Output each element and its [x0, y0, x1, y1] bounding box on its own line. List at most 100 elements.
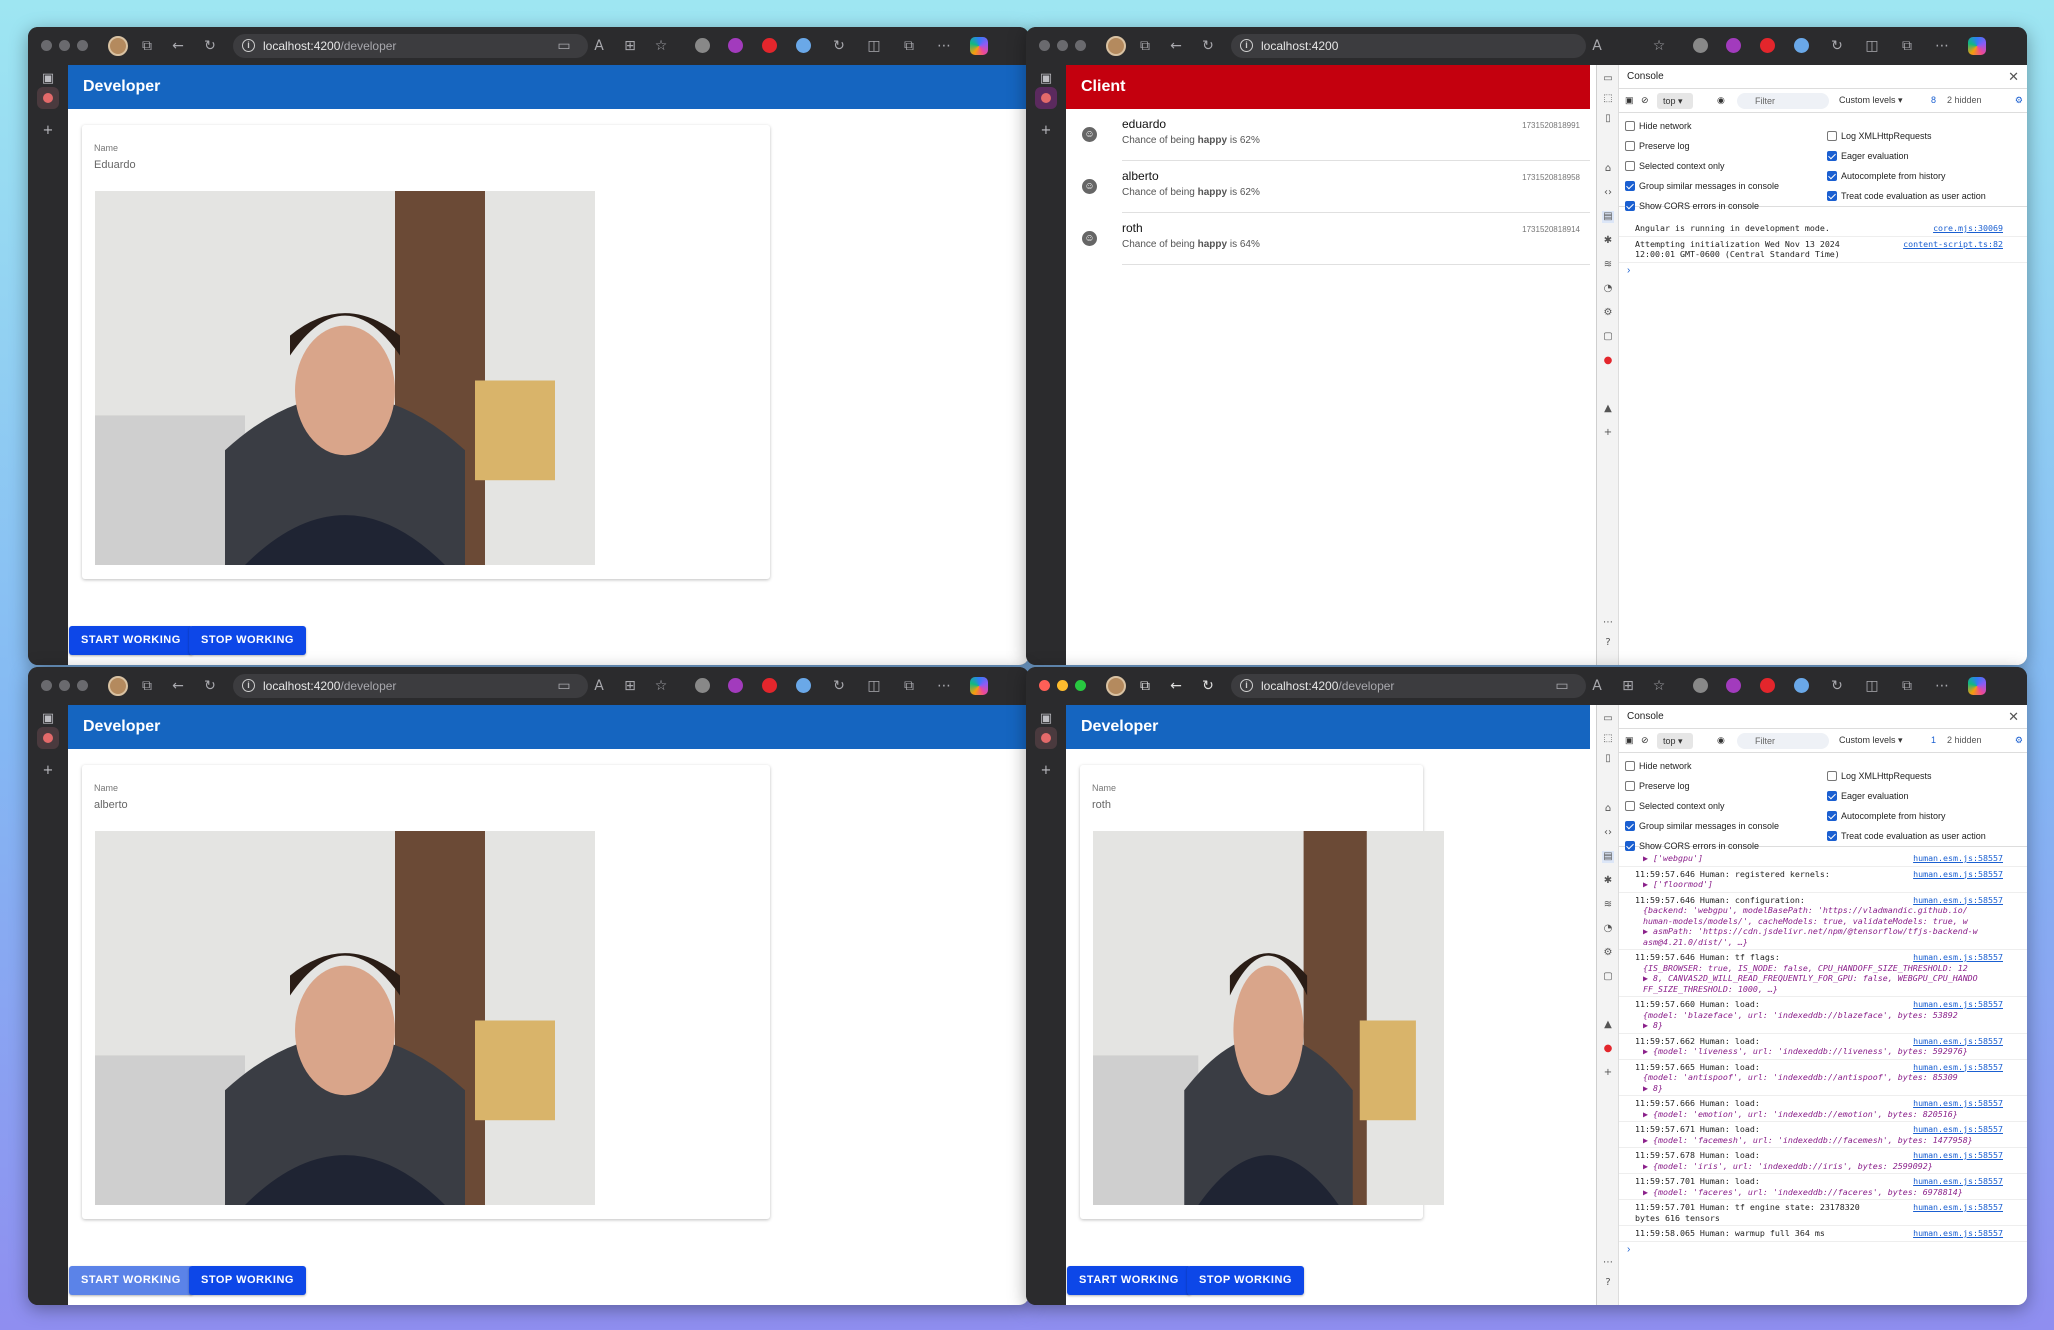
window-controls[interactable]	[1039, 40, 1086, 51]
camera-icon[interactable]: ▭	[1553, 677, 1571, 695]
checkbox[interactable]	[1827, 191, 1837, 201]
active-tab-icon[interactable]	[1035, 87, 1057, 109]
extension-icon[interactable]	[762, 678, 777, 693]
log-source-link[interactable]: human.esm.js:58557	[1913, 1176, 2003, 1187]
more-menu-icon[interactable]: ⋯	[935, 37, 953, 55]
extension-icon[interactable]	[1794, 678, 1809, 693]
message-count-badge[interactable]: 1	[1931, 735, 1936, 745]
option-selected-context[interactable]: Selected context only	[1625, 801, 1725, 811]
option-preserve-log[interactable]: Preserve log	[1625, 781, 1690, 791]
sources-icon[interactable]: ✱	[1602, 235, 1614, 247]
extension-devtools-icon[interactable]: ●	[1602, 355, 1614, 367]
more-tools-icon[interactable]: ⋯	[1602, 1257, 1614, 1269]
filter-input[interactable]: Filter	[1737, 733, 1829, 749]
option-log-xhr[interactable]: Log XMLHttpRequests	[1827, 771, 1932, 781]
stop-working-button[interactable]: STOP WORKING	[1187, 1266, 1304, 1295]
checkbox[interactable]	[1827, 831, 1837, 841]
help-icon[interactable]: ?	[1602, 637, 1614, 649]
checkbox[interactable]	[1827, 771, 1837, 781]
new-tab-icon[interactable]: +	[1038, 123, 1054, 139]
read-aloud-icon[interactable]: A	[590, 677, 608, 695]
collections-icon[interactable]: ⧉	[1898, 677, 1916, 695]
log-source-link[interactable]: human.esm.js:58557	[1913, 895, 2003, 906]
stop-working-button[interactable]: STOP WORKING	[189, 1266, 306, 1295]
profile-avatar[interactable]	[108, 36, 128, 56]
option-autocomplete[interactable]: Autocomplete from history	[1827, 171, 1946, 181]
app-icon[interactable]: ⊞	[621, 677, 639, 695]
camera-icon[interactable]: ▭	[555, 37, 573, 55]
camera-icon[interactable]: ▭	[555, 677, 573, 695]
checkbox[interactable]	[1625, 801, 1635, 811]
sidebar-toggle-icon[interactable]: ▣	[40, 711, 56, 727]
workspaces-icon[interactable]: ⧉	[138, 677, 156, 695]
add-tool-icon[interactable]: +	[1602, 1067, 1614, 1079]
option-preserve-log[interactable]: Preserve log	[1625, 141, 1690, 151]
refresh-extension-icon[interactable]: ↻	[830, 37, 848, 55]
read-aloud-icon[interactable]: A	[1588, 677, 1606, 695]
option-hide-network[interactable]: Hide network	[1625, 121, 1692, 131]
copilot-icon[interactable]	[1968, 37, 1986, 55]
log-source-link[interactable]: human.esm.js:58557	[1913, 1098, 2003, 1109]
workspaces-icon[interactable]: ⧉	[1136, 677, 1154, 695]
new-tab-icon[interactable]: +	[40, 123, 56, 139]
more-menu-icon[interactable]: ⋯	[1933, 677, 1951, 695]
collections-icon[interactable]: ⧉	[1898, 37, 1916, 55]
option-treat-eval[interactable]: Treat code evaluation as user action	[1827, 831, 1986, 841]
option-log-xhr[interactable]: Log XMLHttpRequests	[1827, 131, 1932, 141]
checkbox[interactable]	[1625, 121, 1635, 131]
option-cors-errors[interactable]: Show CORS errors in console	[1625, 201, 1759, 211]
active-tab-icon[interactable]	[37, 87, 59, 109]
active-tab-icon[interactable]	[37, 727, 59, 749]
extension-icon[interactable]	[762, 38, 777, 53]
stop-working-button[interactable]: STOP WORKING	[189, 626, 306, 655]
list-item[interactable]: ☺ alberto Chance of being happy is 62% 1…	[1066, 161, 1590, 213]
extension-icon[interactable]	[1760, 38, 1775, 53]
favorite-star-icon[interactable]: ☆	[652, 37, 670, 55]
checkbox[interactable]	[1827, 171, 1837, 181]
reload-icon[interactable]: ↻	[1199, 677, 1217, 695]
start-working-button[interactable]: START WORKING	[1067, 1266, 1191, 1295]
reload-icon[interactable]: ↻	[201, 677, 219, 695]
more-menu-icon[interactable]: ⋯	[1933, 37, 1951, 55]
address-bar[interactable]: i localhost:4200	[1231, 34, 1586, 58]
sidebar-toggle-icon[interactable]: ▣	[1038, 71, 1054, 87]
inspect-icon[interactable]: ⬚	[1602, 93, 1614, 105]
window-controls[interactable]	[41, 680, 88, 691]
site-info-icon[interactable]: i	[1240, 39, 1253, 52]
performance-icon[interactable]: ◔	[1602, 283, 1614, 295]
option-group-similar[interactable]: Group similar messages in console	[1625, 181, 1779, 191]
profile-avatar[interactable]	[108, 676, 128, 696]
log-source-link[interactable]: human.esm.js:58557	[1913, 952, 2003, 963]
back-icon[interactable]: ←	[1167, 677, 1185, 695]
performance-icon[interactable]: ◔	[1602, 923, 1614, 935]
address-bar[interactable]: i localhost:4200/developer	[233, 674, 588, 698]
split-screen-icon[interactable]: ◫	[1863, 37, 1881, 55]
log-source-link[interactable]: human.esm.js:58557	[1913, 1202, 2003, 1213]
extension-icon[interactable]	[695, 38, 710, 53]
sidebar-toggle-icon[interactable]: ▣	[40, 71, 56, 87]
screencast-icon[interactable]: ▭	[1602, 73, 1614, 85]
console-settings-icon[interactable]: ⚙	[2015, 95, 2023, 106]
extension-icon[interactable]	[796, 38, 811, 53]
clear-console-icon[interactable]: ⊘	[1641, 95, 1649, 106]
network-icon[interactable]: ≋	[1602, 259, 1614, 271]
elements-icon[interactable]: ‹›	[1602, 187, 1614, 199]
favorite-star-icon[interactable]: ☆	[1650, 37, 1668, 55]
extension-icon[interactable]	[1726, 678, 1741, 693]
log-source-link[interactable]: human.esm.js:58557	[1913, 1150, 2003, 1161]
copilot-icon[interactable]	[970, 677, 988, 695]
copilot-icon[interactable]	[970, 37, 988, 55]
checkbox[interactable]	[1625, 141, 1635, 151]
sidebar-icon[interactable]: ▣	[1625, 735, 1634, 746]
console-icon[interactable]: ▤	[1602, 211, 1614, 223]
back-icon[interactable]: ←	[169, 677, 187, 695]
read-aloud-icon[interactable]: A	[1588, 37, 1606, 55]
elements-icon[interactable]: ‹›	[1602, 827, 1614, 839]
log-source-link[interactable]: human.esm.js:58557	[1913, 1228, 2003, 1239]
profile-avatar[interactable]	[1106, 36, 1126, 56]
log-source-link[interactable]: human.esm.js:58557	[1913, 1062, 2003, 1073]
sidebar-icon[interactable]: ▣	[1625, 95, 1634, 106]
checkbox[interactable]	[1827, 151, 1837, 161]
option-hide-network[interactable]: Hide network	[1625, 761, 1692, 771]
workspaces-icon[interactable]: ⧉	[1136, 37, 1154, 55]
